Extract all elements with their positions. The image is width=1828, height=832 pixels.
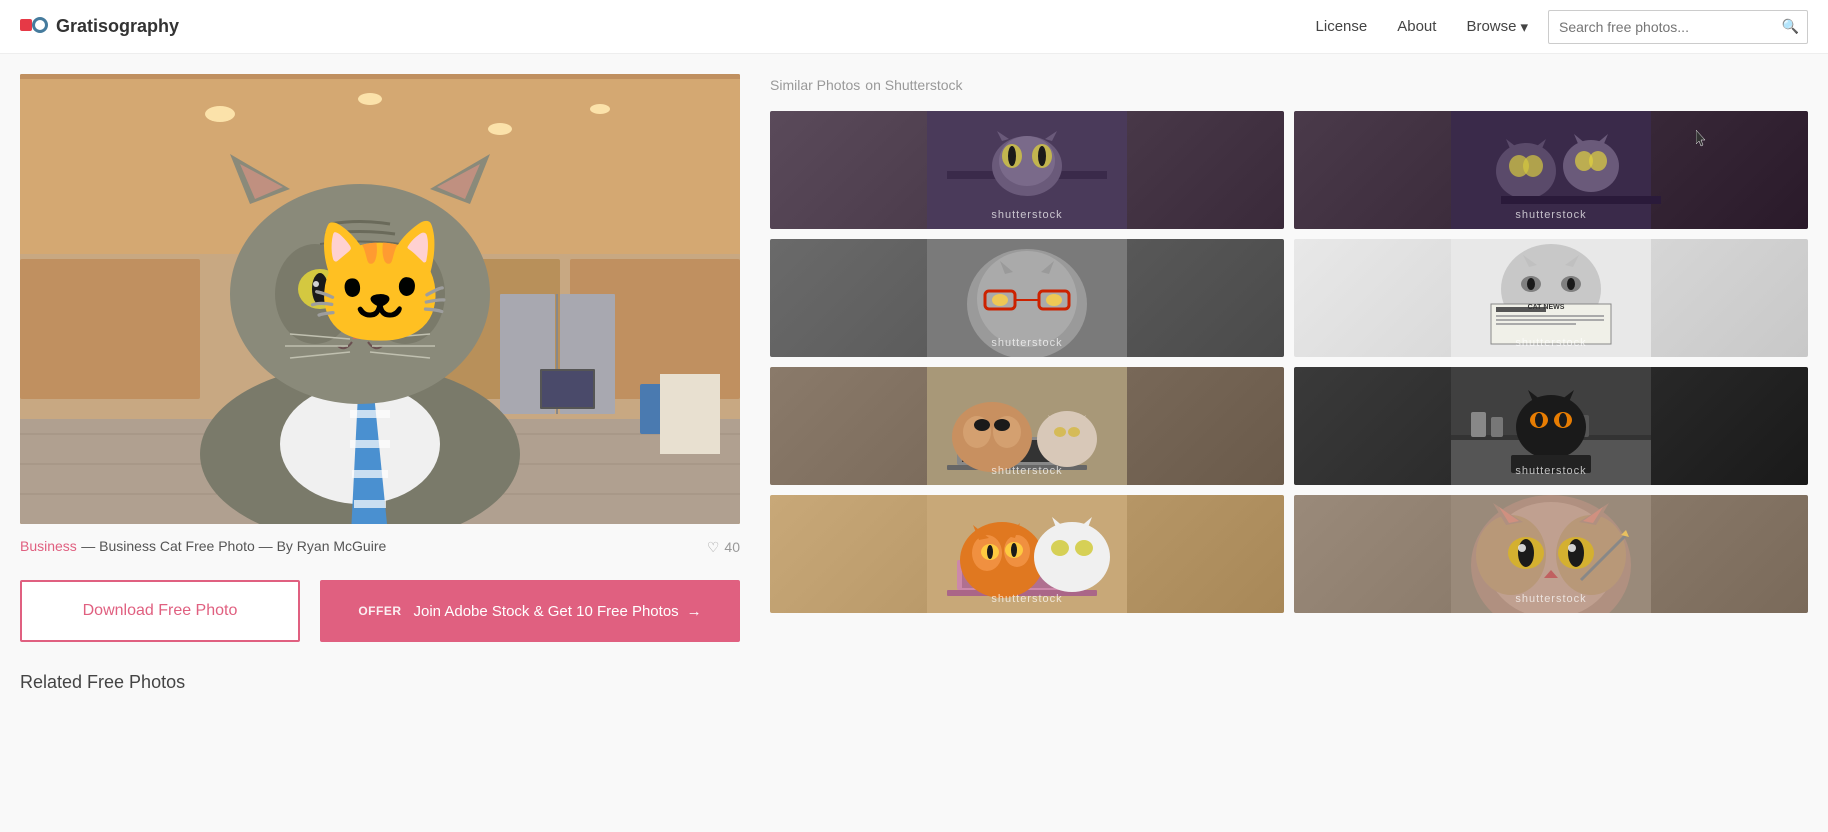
list-item[interactable]: shutterstock <box>770 367 1284 485</box>
list-item[interactable]: shutterstock <box>770 239 1284 357</box>
logo-area: Gratisography <box>20 16 179 37</box>
list-item[interactable]: shutterstock <box>770 495 1284 613</box>
related-title: Related Free Photos <box>20 672 740 693</box>
similar-source: on Shutterstock <box>865 77 962 93</box>
nav-license[interactable]: License <box>1316 18 1368 35</box>
search-input[interactable] <box>1549 19 1774 35</box>
search-container: 🔍 <box>1548 10 1808 44</box>
list-item[interactable]: CAT NEWS shutterstock <box>1294 239 1808 357</box>
offer-text: Join Adobe Stock & Get 10 Free Photos <box>414 603 679 620</box>
thumbnail-image: shutterstock <box>1294 367 1808 485</box>
logo-icon <box>20 17 48 37</box>
main-photo <box>20 74 740 524</box>
cat-illustration <box>20 74 740 524</box>
search-button[interactable]: 🔍 <box>1774 18 1807 35</box>
thumbnail-image: shutterstock <box>1294 495 1808 613</box>
thumbnail-image: shutterstock <box>770 495 1284 613</box>
photos-grid: shutterstock <box>770 111 1808 613</box>
list-item[interactable]: shutterstock <box>1294 495 1808 613</box>
offer-label: OFFER <box>358 604 401 618</box>
thumbnail-image: shutterstock <box>770 111 1284 229</box>
list-item[interactable]: shutterstock <box>770 111 1284 229</box>
offer-button[interactable]: OFFER Join Adobe Stock & Get 10 Free Pho… <box>320 580 740 642</box>
photo-info: Business — Business Cat Free Photo — By … <box>20 538 386 556</box>
thumbnail-image: shutterstock <box>770 367 1284 485</box>
like-count: 40 <box>724 539 740 555</box>
photo-area: Business — Business Cat Free Photo — By … <box>20 74 740 693</box>
list-item[interactable]: shutterstock <box>1294 111 1808 229</box>
action-buttons: Download Free Photo OFFER Join Adobe Sto… <box>20 580 740 642</box>
svg-text:CAT NEWS: CAT NEWS <box>1528 304 1565 311</box>
download-button[interactable]: Download Free Photo <box>20 580 300 642</box>
nav-browse[interactable]: Browse ▾ <box>1466 18 1528 36</box>
list-item[interactable]: shutterstock <box>1294 367 1808 485</box>
offer-arrow-icon: → <box>687 603 702 620</box>
cat-photo-placeholder <box>20 74 740 524</box>
nav-about[interactable]: About <box>1397 18 1436 35</box>
heart-icon: ♡ <box>707 539 720 556</box>
like-button[interactable]: ♡ 40 <box>707 539 740 556</box>
photo-title: — Business Cat Free Photo — By Ryan McGu… <box>81 538 386 554</box>
chevron-down-icon: ▾ <box>1520 18 1528 36</box>
logo-text: Gratisography <box>56 16 179 37</box>
thumbnail-image: CAT NEWS shutterstock <box>1294 239 1808 357</box>
similar-header: Similar Photos on Shutterstock <box>770 74 1808 95</box>
thumbnail-image: shutterstock <box>1294 111 1808 229</box>
sidebar: Similar Photos on Shutterstock <box>760 74 1808 693</box>
photo-category[interactable]: Business <box>20 538 77 554</box>
similar-title: Similar Photos <box>770 77 860 93</box>
header: Gratisography License About Browse ▾ 🔍 <box>0 0 1828 54</box>
photo-meta: Business — Business Cat Free Photo — By … <box>20 524 740 570</box>
main-content: Business — Business Cat Free Photo — By … <box>0 54 1828 713</box>
nav-links: License About Browse ▾ <box>1316 18 1528 36</box>
thumbnail-image: shutterstock <box>770 239 1284 357</box>
search-icon: 🔍 <box>1782 18 1799 34</box>
